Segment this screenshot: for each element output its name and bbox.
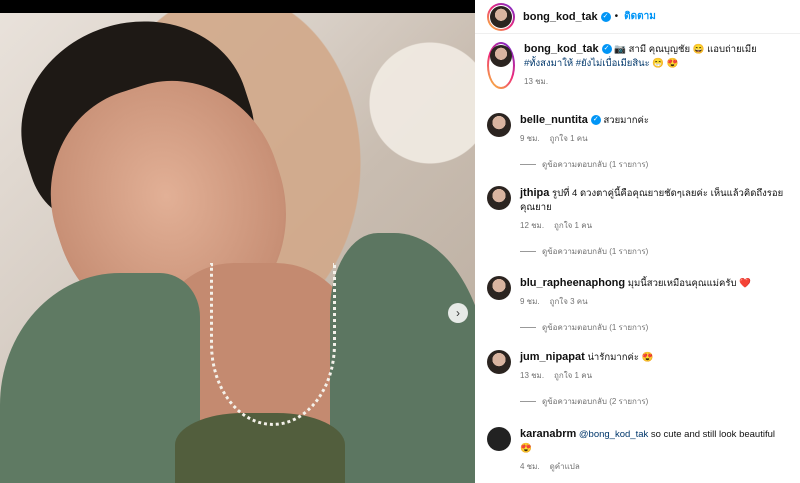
comment-username[interactable]: karanabrm — [520, 428, 576, 440]
comment-text: มุมนี้สวยเหมือนคุณแม่ครับ ❤️ — [627, 278, 751, 289]
comment-text-continued: คุณยาย — [520, 202, 552, 213]
follow-button[interactable]: ติดตาม — [624, 9, 656, 24]
author-username[interactable]: bong_kod_tak — [523, 11, 598, 23]
author-avatar[interactable] — [490, 5, 512, 28]
comment-text: รูปที่ 4 ดวงตาคู่นี้คือคุณยายชัดๆเลยค่ะ … — [551, 188, 784, 199]
caption-emoji: 😁 😍 — [652, 58, 679, 69]
chevron-right-icon: › — [456, 306, 460, 320]
view-replies-button[interactable]: ดูข้อความตอบกลับ (1 รายการ) — [520, 245, 800, 258]
comment-avatar[interactable] — [487, 427, 511, 451]
photo-cardigan-right — [330, 233, 475, 483]
caption-avatar-ring[interactable] — [487, 42, 515, 89]
verified-badge-icon: ✓ — [600, 11, 611, 22]
view-replies-button[interactable]: ดูข้อความตอบกลับ (1 รายการ) — [520, 158, 800, 171]
comment-username[interactable]: blu_rapheenaphong — [520, 277, 625, 289]
post-header: bong_kod_tak ✓ • ติดตาม — [475, 0, 800, 34]
photo-necklace — [210, 263, 336, 426]
post-side-panel: bong_kod_tak ✓ • ติดตาม bong_kod_tak ✓ 📷 … — [475, 0, 800, 483]
comment-item: blu_rapheenaphong มุมนี้สวยเหมือนคุณแม่ค… — [487, 276, 800, 334]
comment-item: belle_nuntita ✓ สวยมากค่ะ 9 ชม. ถูกใจ 1 คน… — [487, 113, 800, 171]
comment-text: สวยมากค่ะ — [603, 115, 649, 126]
comment-time[interactable]: 9 ชม. — [520, 134, 540, 143]
verified-badge-icon: ✓ — [601, 44, 612, 55]
caption-username[interactable]: bong_kod_tak — [524, 43, 599, 55]
author-avatar-ring[interactable] — [487, 2, 515, 31]
comment-time[interactable]: 9 ชม. — [520, 297, 540, 306]
comment-text: so cute and still look beautiful — [648, 429, 775, 440]
comment-time[interactable]: 13 ชม. — [520, 371, 544, 380]
caption-hashtags[interactable]: #ทั้งสงมาให้ #ยังไม่เบื่อเมียสินะ — [524, 58, 650, 69]
post-caption: bong_kod_tak ✓ 📷 สามี คุณบุญชัย 😄 แอบถ่าย… — [487, 42, 797, 89]
comment-item: jum_nipapat น่ารักมากค่ะ 😍 13 ชม. ถูกใจ 1… — [487, 350, 800, 408]
see-translation-button[interactable]: ดูคำแปล — [550, 462, 580, 471]
top-black-bar — [0, 0, 475, 13]
comment-mention[interactable]: @bong_kod_tak — [579, 429, 648, 440]
comment-avatar[interactable] — [487, 113, 511, 137]
comment-time[interactable]: 4 ชม. — [520, 462, 540, 471]
caption-text: 📷 สามี คุณบุญชัย 😄 แอบถ่ายเมีย — [614, 44, 757, 55]
comment-username[interactable]: jthipa — [520, 187, 549, 199]
caption-meta: 13 ชม. — [524, 75, 794, 89]
view-replies-button[interactable]: ดูข้อความตอบกลับ (2 รายการ) — [520, 395, 800, 408]
comment-likes[interactable]: ถูกใจ 3 คน — [550, 297, 588, 306]
comment-username[interactable]: jum_nipapat — [520, 351, 585, 363]
comment-username[interactable]: belle_nuntita — [520, 114, 588, 126]
comment-item: jthipa รูปที่ 4 ดวงตาคู่นี้คือคุณยายชัดๆ… — [487, 186, 800, 258]
view-replies-button[interactable]: ดูข้อความตอบกลับ (1 รายการ) — [520, 321, 800, 334]
comment-avatar[interactable] — [487, 186, 511, 210]
comment-likes[interactable]: ถูกใจ 1 คน — [550, 134, 588, 143]
post-photo[interactable] — [0, 13, 475, 483]
comment-likes[interactable]: ถูกใจ 1 คน — [554, 221, 592, 230]
comment-emoji: 😍 — [520, 443, 532, 454]
comment-item: karanabrm @bong_kod_tak so cute and stil… — [487, 427, 800, 474]
comment-time[interactable]: 12 ชม. — [520, 221, 544, 230]
comment-avatar[interactable] — [487, 350, 511, 374]
caption-avatar[interactable] — [490, 45, 512, 67]
comment-likes[interactable]: ถูกใจ 1 คน — [554, 371, 592, 380]
separator-dot: • — [614, 11, 619, 22]
caption-time[interactable]: 13 ชม. — [524, 77, 548, 86]
next-photo-button[interactable]: › — [448, 303, 468, 323]
verified-badge-icon: ✓ — [590, 115, 601, 126]
comment-text: น่ารักมากค่ะ 😍 — [587, 352, 654, 363]
comment-avatar[interactable] — [487, 276, 511, 300]
